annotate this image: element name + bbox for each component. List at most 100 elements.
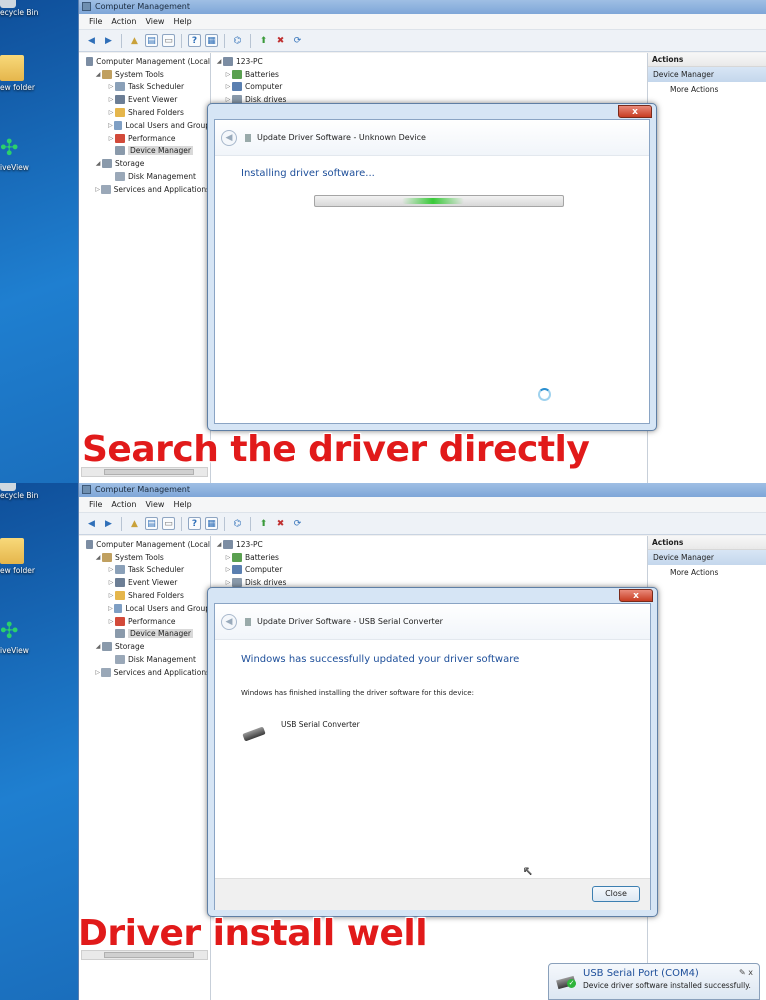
nav-tree-item[interactable]: ▷ Local Users and Group <box>79 602 210 615</box>
device-tree-item[interactable]: ▷ Batteries <box>215 68 643 81</box>
tree-expander-icon[interactable]: ◢ <box>215 58 223 65</box>
nav-tree-item[interactable]: ▷ Services and Applications <box>79 183 210 196</box>
tree-expander-icon[interactable]: ◢ <box>94 160 102 167</box>
tree-expander-icon[interactable]: ◢ <box>94 554 102 561</box>
tree-expander-icon[interactable]: ▷ <box>107 96 115 103</box>
nav-tree-item[interactable]: ▷ Shared Folders <box>79 589 210 602</box>
back-arrow-icon[interactable]: ◀ <box>85 517 98 530</box>
nav-tree-item[interactable]: ▷ Event Viewer <box>79 93 210 106</box>
scan-hardware-icon[interactable]: ⌬ <box>231 517 244 530</box>
nav-tree-item[interactable]: ◢ Storage <box>79 640 210 653</box>
back-arrow-icon[interactable]: ◀ <box>85 34 98 47</box>
update-driver-icon[interactable]: ⬆ <box>257 517 270 530</box>
forward-arrow-icon[interactable]: ▶ <box>102 517 115 530</box>
show-hide-tree-icon[interactable]: ▤ <box>145 34 158 47</box>
action-pane-icon[interactable]: ▦ <box>205 517 218 530</box>
properties-icon[interactable]: ▭ <box>162 517 175 530</box>
menu-action[interactable]: Action <box>111 497 136 512</box>
uninstall-icon[interactable]: ✖ <box>274 34 287 47</box>
tree-expander-icon[interactable]: ▷ <box>224 71 232 78</box>
tree-expander-icon[interactable]: ▷ <box>224 579 232 586</box>
menu-file[interactable]: File <box>89 497 102 512</box>
window-titlebar[interactable]: Computer Management <box>79 483 766 497</box>
uninstall-icon[interactable]: ✖ <box>274 517 287 530</box>
tree-expander-icon[interactable]: ▷ <box>107 618 115 625</box>
menu-view[interactable]: View <box>145 14 164 29</box>
tree-expander-icon[interactable]: ▷ <box>94 186 101 193</box>
device-tree-item[interactable]: ▷ Computer <box>215 564 643 577</box>
notification-pin-close-icons[interactable]: ✎ x <box>739 968 753 977</box>
nav-tree-item[interactable]: ▷ Performance <box>79 615 210 628</box>
nav-tree-item[interactable]: ▷ Performance <box>79 132 210 145</box>
nav-tree-item[interactable]: Device Manager <box>79 628 210 641</box>
tree-expander-icon[interactable]: ▷ <box>107 592 115 599</box>
device-tree-item[interactable]: ▷ Computer <box>215 81 643 94</box>
update-driver-icon[interactable]: ⬆ <box>257 34 270 47</box>
tree-expander-icon[interactable]: ◢ <box>94 71 102 78</box>
tree-expander-icon[interactable]: ◢ <box>94 643 102 650</box>
desktop-icon-recycle-bin[interactable]: ecycle Bin <box>0 483 40 500</box>
nav-tree-item[interactable]: ▷ Event Viewer <box>79 576 210 589</box>
up-folder-icon[interactable]: ▲ <box>128 517 141 530</box>
nav-tree-item[interactable]: ◢ System Tools <box>79 551 210 564</box>
close-button[interactable]: Close <box>592 886 640 902</box>
nav-tree-item[interactable]: Computer Management (Local <box>79 538 210 551</box>
tree-expander-icon[interactable]: ▷ <box>107 579 115 586</box>
help-icon[interactable]: ? <box>188 517 201 530</box>
tree-expander-icon[interactable]: ▷ <box>107 83 115 90</box>
desktop-icon-recycle-bin[interactable]: ecycle Bin <box>0 0 40 17</box>
tree-expander-icon[interactable]: ▷ <box>224 83 232 90</box>
tree-expander-icon[interactable]: ▷ <box>94 669 101 676</box>
enable-device-icon[interactable]: ⟳ <box>291 517 304 530</box>
nav-tree-item[interactable]: ▷ Local Users and Group <box>79 119 210 132</box>
tree-expander-icon[interactable]: ▷ <box>107 109 115 116</box>
nav-tree-item[interactable]: Disk Management <box>79 653 210 666</box>
nav-tree-item[interactable]: ▷ Task Scheduler <box>79 81 210 94</box>
nav-tree-item[interactable]: Disk Management <box>79 170 210 183</box>
nav-tree-item[interactable]: ◢ Storage <box>79 157 210 170</box>
nav-tree-item[interactable]: Device Manager <box>79 145 210 158</box>
desktop-icon-liveview[interactable]: ✣ iveView <box>0 618 40 655</box>
device-tree-item[interactable]: ▷ Batteries <box>215 551 643 564</box>
help-icon[interactable]: ? <box>188 34 201 47</box>
device-tree-item[interactable]: ◢ 123-PC <box>215 538 643 551</box>
nav-tree-item[interactable]: ▷ Task Scheduler <box>79 564 210 577</box>
tree-expander-icon[interactable]: ▷ <box>224 554 232 561</box>
tree-expander-icon[interactable]: ▷ <box>107 605 114 612</box>
tree-expander-icon[interactable]: ◢ <box>215 541 223 548</box>
up-folder-icon[interactable]: ▲ <box>128 34 141 47</box>
enable-device-icon[interactable]: ⟳ <box>291 34 304 47</box>
menu-help[interactable]: Help <box>173 497 191 512</box>
actions-section-device-manager[interactable]: Device Manager <box>648 67 766 82</box>
desktop-icon-new-folder[interactable]: ew folder <box>0 55 40 92</box>
more-actions-link[interactable]: More Actions <box>648 565 766 581</box>
nav-tree-item[interactable]: ▷ Services and Applications <box>79 666 210 679</box>
menu-action[interactable]: Action <box>111 14 136 29</box>
desktop-icon-liveview[interactable]: ✣ iveView <box>0 135 40 172</box>
action-pane-icon[interactable]: ▦ <box>205 34 218 47</box>
menu-help[interactable]: Help <box>173 14 191 29</box>
forward-arrow-icon[interactable]: ▶ <box>102 34 115 47</box>
back-button-icon[interactable]: ◀ <box>221 613 237 630</box>
window-titlebar[interactable]: Computer Management <box>79 0 766 14</box>
driver-installed-notification[interactable]: ✓ USB Serial Port (COM4) Device driver s… <box>548 963 760 1000</box>
properties-icon[interactable]: ▭ <box>162 34 175 47</box>
actions-section-device-manager[interactable]: Device Manager <box>648 550 766 565</box>
device-tree-item[interactable]: ◢ 123-PC <box>215 55 643 68</box>
scan-hardware-icon[interactable]: ⌬ <box>231 34 244 47</box>
tree-expander-icon[interactable]: ▷ <box>107 566 115 573</box>
tree-expander-icon[interactable]: ▷ <box>224 566 232 573</box>
nav-tree-item[interactable]: ▷ Shared Folders <box>79 106 210 119</box>
show-hide-tree-icon[interactable]: ▤ <box>145 517 158 530</box>
menu-view[interactable]: View <box>145 497 164 512</box>
dialog-close-x-button[interactable]: x <box>618 105 652 118</box>
back-button-icon[interactable]: ◀ <box>221 129 237 146</box>
nav-tree-item[interactable]: ◢ System Tools <box>79 68 210 81</box>
tree-expander-icon[interactable]: ▷ <box>107 135 115 142</box>
desktop-icon-new-folder[interactable]: ew folder <box>0 538 40 575</box>
menu-file[interactable]: File <box>89 14 102 29</box>
tree-expander-icon[interactable]: ▷ <box>107 122 114 129</box>
dialog-close-x-button[interactable]: x <box>619 589 653 602</box>
more-actions-link[interactable]: More Actions <box>648 82 766 98</box>
nav-tree-item[interactable]: Computer Management (Local <box>79 55 210 68</box>
